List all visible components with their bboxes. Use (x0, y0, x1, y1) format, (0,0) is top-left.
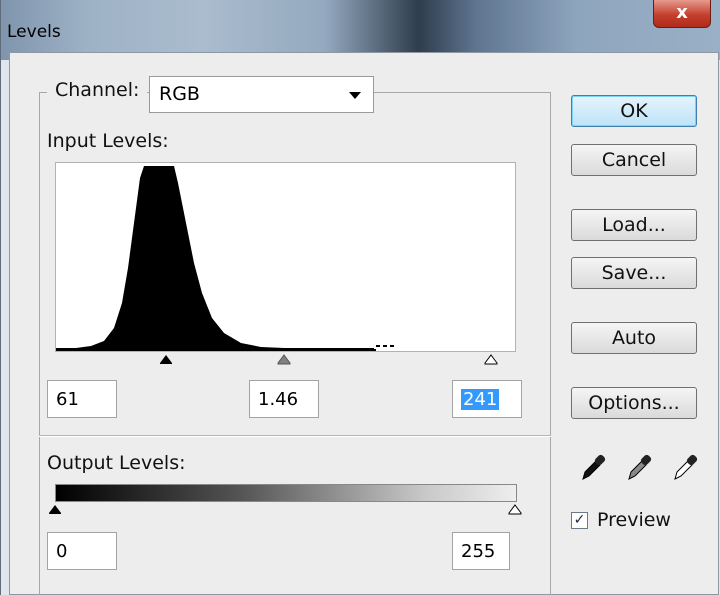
input-gamma-field[interactable]: 1.46 (249, 380, 319, 418)
input-white-slider[interactable] (484, 354, 498, 365)
divider (39, 435, 551, 437)
close-button[interactable]: x (653, 0, 711, 28)
load-button[interactable]: Load... (571, 209, 697, 241)
input-black-slider[interactable] (159, 354, 173, 365)
channel-value: RGB (159, 83, 200, 105)
chevron-down-icon[interactable] (349, 92, 361, 99)
levels-dialog: Levels x Channel: RGB Input Levels: 61 1… (0, 0, 720, 595)
title-bar[interactable]: Levels x (1, 0, 720, 60)
output-black-value: 0 (56, 541, 68, 562)
output-black-field[interactable]: 0 (47, 532, 117, 570)
input-levels-label: Input Levels: (47, 130, 169, 152)
auto-button[interactable]: Auto (571, 322, 697, 354)
window-title: Levels (7, 22, 61, 42)
input-black-value: 61 (56, 389, 79, 410)
cancel-button[interactable]: Cancel (571, 144, 697, 176)
white-eyedropper-icon[interactable] (671, 452, 701, 482)
input-white-value: 241 (461, 389, 500, 410)
options-button[interactable]: Options... (571, 387, 697, 419)
output-white-field[interactable]: 255 (452, 532, 510, 570)
input-gamma-value: 1.46 (258, 389, 299, 410)
input-gamma-slider[interactable] (277, 354, 291, 365)
channel-select[interactable]: RGB (149, 76, 374, 113)
histogram (55, 162, 516, 352)
output-white-slider[interactable] (508, 504, 522, 515)
output-black-slider[interactable] (48, 504, 62, 515)
save-button[interactable]: Save... (571, 257, 697, 289)
histogram-graph (56, 166, 396, 351)
ok-button[interactable]: OK (571, 95, 697, 127)
input-white-field[interactable]: 241 (452, 380, 522, 418)
output-white-value: 255 (461, 541, 496, 562)
preview-checkbox[interactable]: ✓ (571, 512, 588, 529)
input-black-field[interactable]: 61 (47, 380, 117, 418)
gray-eyedropper-icon[interactable] (625, 452, 655, 482)
output-levels-label: Output Levels: (47, 452, 186, 474)
black-eyedropper-icon[interactable] (579, 452, 609, 482)
channel-label: Channel: (47, 79, 148, 101)
preview-label[interactable]: Preview (597, 509, 671, 531)
output-gradient-bar (55, 484, 517, 502)
